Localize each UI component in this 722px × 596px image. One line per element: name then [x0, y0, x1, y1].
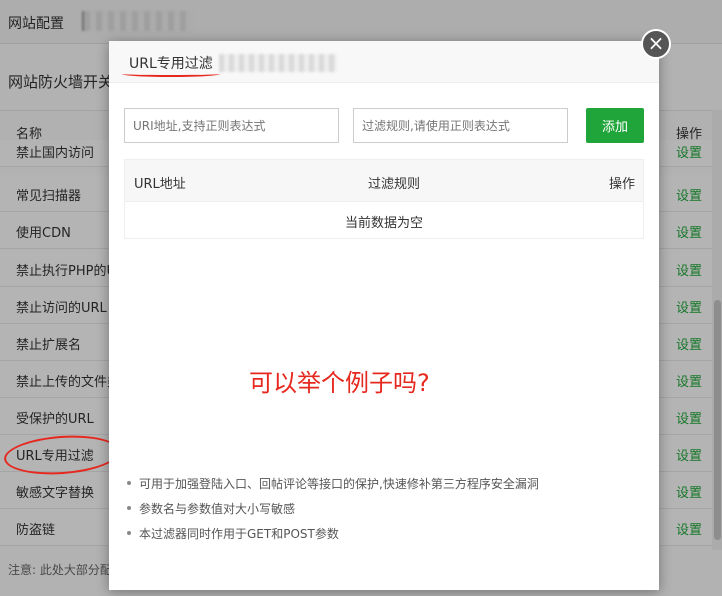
url-input[interactable] — [124, 108, 339, 143]
empty-text: 当前数据为空 — [344, 216, 423, 231]
blurred-site-name — [219, 54, 337, 72]
filter-rule-input[interactable] — [353, 108, 568, 143]
tip-item: 参数名与参数值对大小写敏感 — [125, 500, 539, 517]
filter-table-header: URL地址 过滤规则 操作 — [125, 160, 643, 202]
col-url: URL地址 — [134, 177, 186, 192]
add-button[interactable]: 添加 — [586, 108, 644, 143]
url-filter-dialog: URL专用过滤 添加 URL地址 过滤规则 操作 当前数据为空 可以举个例子吗?… — [109, 41, 659, 590]
annotation-underline — [122, 71, 220, 77]
tip-item: 可用于加强登陆入口、回帖评论等接口的保护,快速修补第三方程序安全漏洞 — [125, 475, 539, 492]
empty-row: 当前数据为空 — [125, 202, 643, 238]
dialog-title: URL专用过滤 — [129, 56, 213, 72]
filter-table: URL地址 过滤规则 操作 当前数据为空 — [124, 159, 644, 239]
col-rule: 过滤规则 — [368, 177, 421, 192]
annotation-question: 可以举个例子吗? — [249, 369, 430, 397]
tip-item: 本过滤器同时作用于GET和POST参数 — [125, 525, 539, 542]
col-action: 操作 — [609, 177, 636, 192]
close-icon[interactable]: × — [641, 29, 671, 59]
tips-list: 可用于加强登陆入口、回帖评论等接口的保护,快速修补第三方程序安全漏洞 参数名与参… — [125, 475, 539, 550]
